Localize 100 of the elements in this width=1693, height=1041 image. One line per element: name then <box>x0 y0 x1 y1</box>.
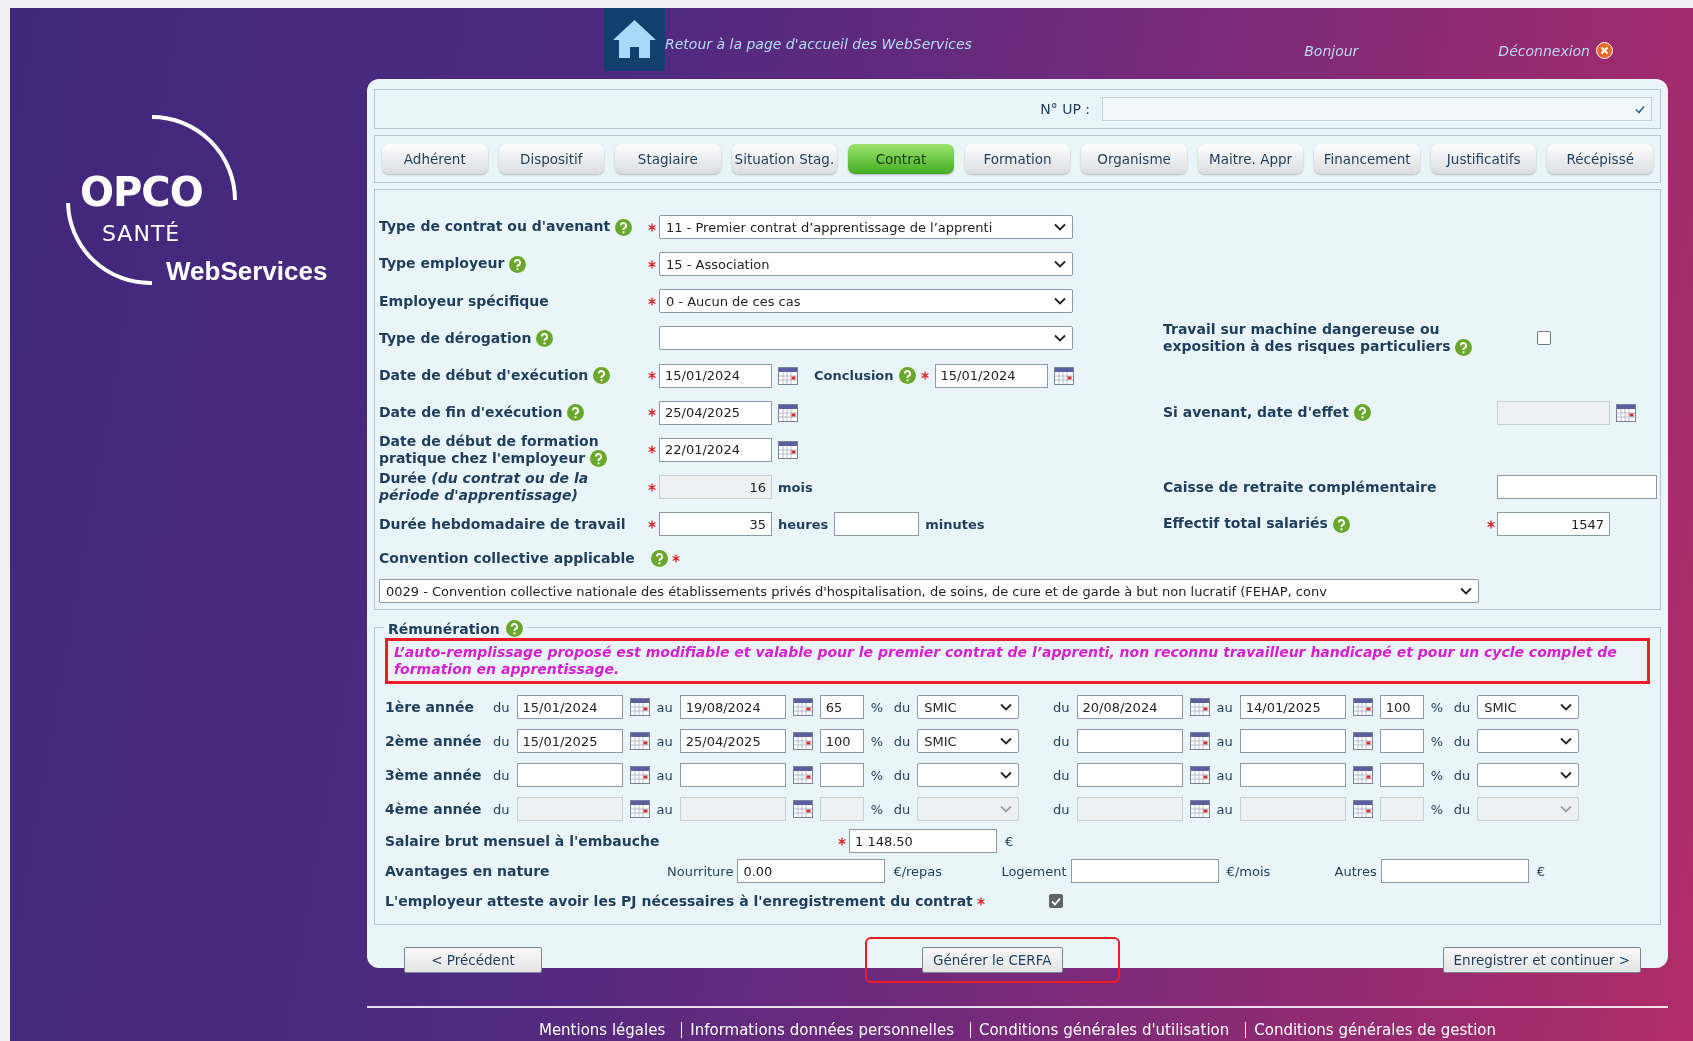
help-icon[interactable] <box>898 367 916 384</box>
footer-link[interactable]: Mentions légales <box>530 1022 674 1038</box>
calendar-icon[interactable] <box>629 732 650 750</box>
number-field[interactable]: 35 <box>659 512 772 536</box>
date-field[interactable]: 22/01/2024 <box>659 437 772 462</box>
field-label: Convention collective applicable <box>379 549 636 567</box>
year-label: 4ème année <box>385 801 483 817</box>
tab[interactable]: Adhérent <box>382 144 488 174</box>
date-field[interactable] <box>516 763 623 787</box>
date-field[interactable] <box>1076 763 1183 787</box>
dropdown[interactable]: SMIC <box>917 695 1020 719</box>
dropdown[interactable]: 11 - Premier contrat d’apprentissage de l’apprenti <box>659 215 1073 239</box>
dropdown[interactable]: 15 - Association <box>659 252 1073 276</box>
date-field[interactable]: 20/08/2024 <box>1076 695 1183 719</box>
calendar-icon[interactable] <box>1189 800 1210 818</box>
dropdown[interactable]: SMIC <box>1477 695 1580 719</box>
calendar-icon[interactable] <box>1352 800 1373 818</box>
date-field[interactable] <box>1076 729 1183 753</box>
calendar-icon[interactable] <box>1189 766 1210 784</box>
date-field[interactable]: 15/01/2024 <box>934 363 1048 388</box>
percent-field[interactable]: 65 <box>819 695 864 719</box>
calendar-icon[interactable] <box>629 800 650 818</box>
tab[interactable]: Organisme <box>1081 144 1187 174</box>
help-icon[interactable] <box>593 367 611 385</box>
tab[interactable]: Financement <box>1314 144 1420 174</box>
help-icon[interactable] <box>615 218 633 236</box>
tab[interactable]: Récépissé <box>1547 144 1653 174</box>
calendar-icon[interactable] <box>792 732 813 750</box>
help-icon[interactable] <box>1332 515 1350 533</box>
amount-field[interactable]: 0.00 <box>737 859 886 883</box>
calendar-icon[interactable] <box>1189 698 1210 716</box>
save-continue-button[interactable]: Enregistrer et continuer > <box>1442 947 1641 973</box>
calendar-icon[interactable] <box>1189 732 1210 750</box>
help-icon[interactable] <box>536 330 554 347</box>
calendar-icon[interactable] <box>1352 766 1373 784</box>
tab[interactable]: Contrat <box>848 144 954 174</box>
tab[interactable]: Situation Stag. <box>731 144 838 174</box>
date-field[interactable]: 15/01/2024 <box>659 363 772 388</box>
calendar-icon[interactable] <box>1352 732 1373 750</box>
help-icon[interactable] <box>590 450 608 467</box>
close-icon[interactable] <box>1596 42 1613 59</box>
dropdown[interactable] <box>1477 729 1580 753</box>
number-field[interactable]: 1547 <box>1497 512 1610 536</box>
percent-field[interactable] <box>1379 729 1424 753</box>
dropdown[interactable]: 0029 - Convention collective nationale des établissements privés d'hospitalisation, de soins, de cure et de garde à but non lucratif (FEHAP, conv <box>379 579 1479 603</box>
amount-field[interactable] <box>1070 859 1219 883</box>
date-field[interactable]: 15/01/2024 <box>516 695 623 719</box>
tab[interactable]: Formation <box>964 144 1071 174</box>
unit-label: % <box>870 733 885 749</box>
checkbox[interactable] <box>1537 331 1551 346</box>
tab[interactable]: Maitre. Appr <box>1197 144 1304 174</box>
date-field[interactable] <box>679 763 786 787</box>
tab[interactable]: Dispositif <box>498 144 605 174</box>
calendar-icon[interactable] <box>629 698 650 716</box>
number-field[interactable] <box>834 512 920 536</box>
tab[interactable]: Stagiaire <box>615 144 721 174</box>
field-label: du <box>1453 801 1471 817</box>
unit-label: % <box>870 801 885 817</box>
calendar-icon[interactable] <box>629 766 650 784</box>
checkbox[interactable] <box>1048 894 1063 908</box>
calendar-icon[interactable] <box>792 698 813 716</box>
home-icon[interactable] <box>604 8 665 71</box>
calendar-icon[interactable] <box>792 800 813 818</box>
dropdown[interactable] <box>1477 763 1580 787</box>
footer-link[interactable]: Conditions générales d'utilisation <box>970 1022 1238 1038</box>
help-icon[interactable] <box>650 549 668 567</box>
dropdown[interactable]: SMIC <box>917 729 1020 753</box>
help-icon[interactable] <box>509 255 527 273</box>
date-field[interactable]: 19/08/2024 <box>679 695 786 719</box>
dropdown[interactable] <box>659 326 1073 351</box>
amount-field[interactable]: 1 148.50 <box>849 829 997 853</box>
date-field[interactable]: 25/04/2025 <box>679 729 786 753</box>
logout-link[interactable]: Déconnexion <box>1498 42 1590 59</box>
percent-field[interactable] <box>1379 763 1424 787</box>
amount-field[interactable] <box>1380 859 1529 883</box>
calendar-icon[interactable] <box>1053 366 1074 385</box>
dropdown[interactable] <box>917 763 1020 787</box>
date-field[interactable]: 15/01/2025 <box>516 729 623 753</box>
percent-field[interactable]: 100 <box>1379 695 1424 719</box>
date-field[interactable]: 14/01/2025 <box>1239 695 1346 719</box>
footer-link[interactable]: Conditions générales de gestion <box>1246 1022 1505 1038</box>
tab[interactable]: Justificatifs <box>1430 144 1537 174</box>
help-icon[interactable] <box>505 620 523 637</box>
previous-button[interactable]: < Précédent <box>404 947 542 973</box>
date-field[interactable] <box>1239 729 1346 753</box>
help-icon[interactable] <box>1455 338 1473 356</box>
calendar-icon[interactable] <box>778 440 798 459</box>
field-label: du <box>1053 767 1070 783</box>
home-link[interactable]: Retour à la page d'accueil des WebServices <box>665 36 972 52</box>
footer-link[interactable]: Informations données personnelles <box>682 1022 962 1038</box>
date-field[interactable] <box>1239 763 1346 787</box>
percent-field[interactable] <box>819 763 864 787</box>
calendar-icon[interactable] <box>792 766 813 784</box>
field-label: du <box>893 801 911 817</box>
generate-button[interactable]: Générer le CERFA <box>922 947 1063 973</box>
percent-field[interactable]: 100 <box>819 729 864 753</box>
calendar-icon[interactable] <box>1352 698 1373 716</box>
field-label: Si avenant, date d'effet <box>1163 403 1349 420</box>
dropdown[interactable]: 0 - Aucun de ces cas <box>659 289 1073 313</box>
calendar-icon[interactable] <box>778 366 798 385</box>
